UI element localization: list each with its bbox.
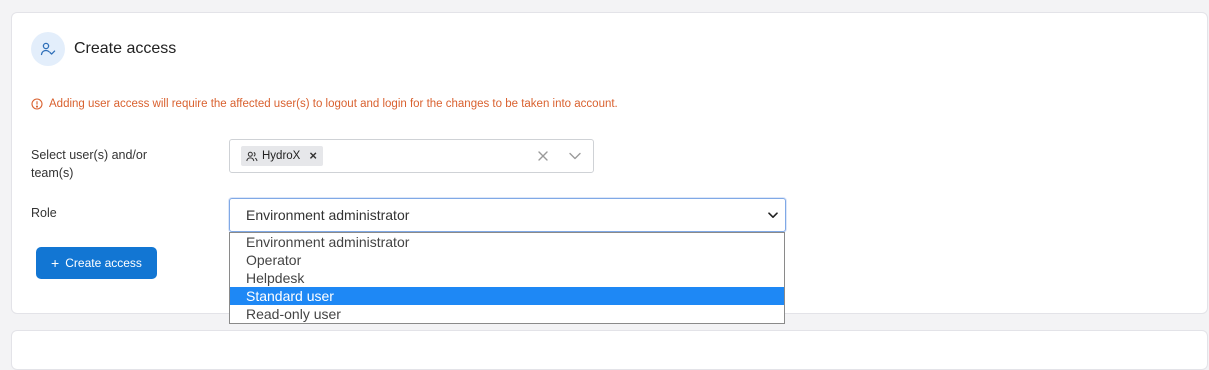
chevron-down-icon (767, 209, 779, 221)
info-circle-icon (31, 98, 43, 110)
role-option-helpdesk[interactable]: Helpdesk (230, 269, 784, 287)
role-dropdown-list: Environment administrator Operator Helpd… (229, 232, 785, 324)
users-field-label: Select user(s) and/or team(s) (31, 148, 148, 180)
create-access-label: Create access (65, 256, 142, 270)
warning-text: Adding user access will require the affe… (49, 98, 618, 110)
role-option-environment-administrator[interactable]: Environment administrator (230, 233, 784, 251)
user-chip-label: HydroX (262, 150, 301, 162)
plus-icon: + (51, 255, 60, 271)
chip-remove-icon[interactable]: × (309, 149, 317, 162)
role-option-standard-user[interactable]: Standard user (230, 287, 784, 305)
secondary-card (11, 330, 1208, 370)
create-access-button[interactable]: + Create access (36, 247, 157, 279)
separator (559, 147, 560, 167)
role-select[interactable]: Environment administrator (229, 198, 786, 232)
role-field-label: Role (31, 206, 57, 220)
role-select-value: Environment administrator (246, 207, 410, 223)
page-title: Create access (74, 40, 177, 57)
clear-icon[interactable] (535, 148, 551, 164)
role-option-read-only-user[interactable]: Read-only user (230, 305, 784, 323)
user-check-icon (31, 32, 65, 66)
chevron-down-icon[interactable] (567, 148, 583, 164)
role-option-operator[interactable]: Operator (230, 251, 784, 269)
user-chip: HydroX × (241, 146, 323, 166)
users-icon (246, 151, 258, 162)
users-multiselect[interactable]: HydroX × (229, 139, 594, 173)
warning-message: Adding user access will require the affe… (31, 96, 618, 112)
